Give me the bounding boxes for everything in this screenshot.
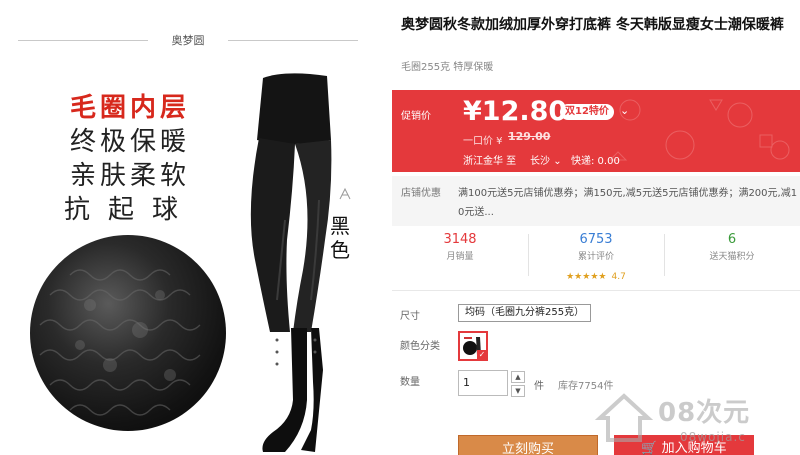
model-legs-image (215, 70, 355, 455)
price-box-pattern (608, 99, 790, 161)
section-divider (392, 290, 800, 291)
shipping-destination: 长沙 (530, 156, 550, 167)
coupon-label: 店铺优惠 (401, 188, 441, 199)
product-image-panel: 奥梦圆 毛圈内层 终极保暖 亲肤柔软 抗起球 黑色 (0, 0, 380, 455)
original-price-label: 一口价 ¥ (463, 136, 503, 147)
tagline-4: 抗起球 (63, 195, 196, 225)
quantity-label: 数量 (400, 377, 420, 388)
color-option-swatch[interactable]: ✓ (458, 331, 488, 361)
stat-label: 累计评价 (577, 252, 614, 262)
shipping-destination-select[interactable]: 长沙 ⌄ (530, 152, 562, 167)
rating-row: ★★★★★ 4.7 (528, 264, 664, 283)
sales-stats: 3148 月销量 6753 累计评价 ★★★★★ 4.7 6 送天猫积分 (392, 230, 800, 283)
site-watermark-text: 08次元 (658, 398, 751, 428)
star-rating-icon: ★★★★★ (566, 272, 607, 282)
check-icon: ✓ (477, 350, 486, 359)
price-box: 促销价 ¥12.80 双12特价 ⌄ 一口价 ¥ 129.00 浙江金华 至 长… (392, 90, 800, 172)
quantity-input[interactable]: 1 (458, 370, 508, 396)
site-watermark: 08次元 08wojia.c (592, 386, 800, 455)
tagline-3: 亲肤柔软 (69, 161, 190, 191)
tagline-1: 毛圈内层 (69, 93, 190, 123)
stat-label: 月销量 (446, 252, 474, 262)
shop-coupon-row: 店铺优惠 满100元送5元店铺优惠券；满150元,减5元送5元店铺优惠券；满20… (392, 176, 800, 226)
stat-label: 送天猫积分 (709, 252, 755, 262)
product-title: 奥梦圆秋冬款加绒加厚外穿打底裤 冬天韩版显瘦女士潮保暖裤 (401, 17, 784, 33)
original-price: 129.00 (508, 130, 551, 143)
tagline-2: 终极保暖 (69, 127, 190, 157)
chevron-down-icon[interactable]: ⌄ (620, 104, 629, 117)
fleece-closeup-image (30, 235, 226, 431)
image-color-label: 黑色 (330, 214, 350, 262)
size-label: 尺寸 (400, 311, 420, 322)
shipping-origin: 浙江金华 至 (463, 156, 517, 167)
color-label: 颜色分类 (400, 341, 440, 352)
shipping-fee: 快递: 0.00 (571, 156, 620, 167)
quantity-decrease-button[interactable]: ▼ (511, 385, 525, 397)
stat-value: 3148 (443, 232, 477, 247)
price-value: ¥12.80 (463, 96, 568, 127)
product-subtitle: 毛圈255克 特厚保暖 (401, 62, 494, 73)
quantity-unit: 件 (534, 381, 544, 392)
stat-monthly-sales: 3148 月销量 (392, 230, 528, 264)
size-option[interactable]: 均码（毛圈九分裤255克） (458, 304, 592, 322)
stat-value: 6 (727, 232, 737, 247)
price-label: 促销价 (401, 111, 431, 122)
site-watermark-url: 08wojia.c (680, 430, 746, 444)
stat-reviews[interactable]: 6753 累计评价 ★★★★★ 4.7 (528, 230, 664, 283)
rating-value: 4.7 (611, 272, 626, 282)
brand-divider-right (228, 40, 358, 41)
coupon-text[interactable]: 满100元送5元店铺优惠券；满150元,减5元送5元店铺优惠券；满200元,减1… (458, 184, 798, 222)
quantity-increase-button[interactable]: ▲ (511, 371, 525, 383)
chevron-down-icon: ⌄ (553, 156, 562, 167)
promo-badge[interactable]: 双12特价 (560, 104, 614, 120)
buy-now-button[interactable]: 立刻购买 (458, 435, 598, 455)
brand-header: 奥梦圆 (18, 30, 358, 50)
stat-value: 6753 (579, 232, 613, 247)
stat-points: 6 送天猫积分 (664, 230, 800, 264)
house-logo-icon (594, 393, 654, 442)
brand-logo-icon (338, 186, 352, 200)
